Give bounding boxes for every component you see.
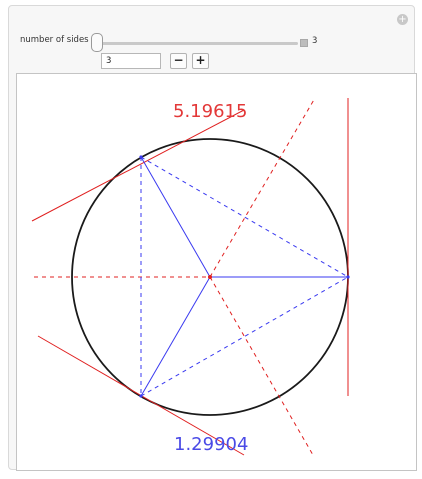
manipulate-panel: + number of sides 3 3 − + 5.19615 1.2990… [8,5,417,471]
slider-options-icon[interactable] [300,39,308,47]
center-point [208,275,212,279]
decrement-button[interactable]: − [170,53,187,69]
sides-slider-track[interactable] [101,42,298,45]
slider-label: number of sides [20,35,89,45]
geometry-plot: 5.19615 1.29904 [31,97,350,456]
vertex-top [139,155,143,159]
radius-top [140,156,211,278]
radius-bottom [140,276,211,397]
outer-value-label: 5.19615 [173,101,247,122]
slider-value: 3 [312,36,318,46]
red-dashed-upper [209,97,316,278]
increment-button[interactable]: + [192,53,209,69]
vertex-bottom [139,394,143,398]
tangent-line-top [31,109,245,222]
plot-area: 5.19615 1.29904 [16,73,417,471]
sides-slider-thumb[interactable] [91,33,103,52]
red-dashed-lower [209,276,314,456]
triangle-side-top [140,156,349,278]
sides-input[interactable]: 3 [101,53,161,69]
vertex-right [346,275,350,279]
inner-value-label: 1.29904 [174,434,248,455]
plus-circle-icon[interactable]: + [397,14,408,25]
triangle-side-bottom [140,276,349,397]
